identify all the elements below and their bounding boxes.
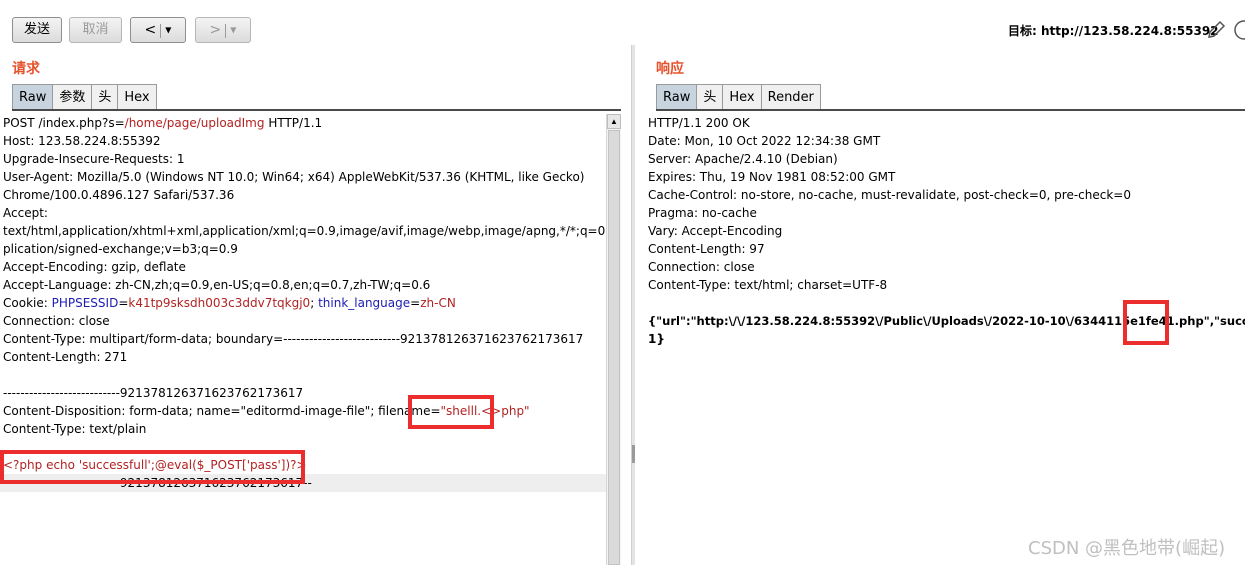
pencil-icon[interactable] xyxy=(1205,19,1227,41)
request-line: ---------------------------9213781263716… xyxy=(3,386,304,400)
request-line-cookie: Cookie: PHPSESSID=k41tp9sksdh003c3ddv7tq… xyxy=(3,296,456,310)
request-title: 请求 xyxy=(12,61,40,77)
request-line: text/html,application/xhtml+xml,applicat… xyxy=(3,224,606,238)
tab-hex[interactable]: Hex xyxy=(722,84,762,110)
target-label: 目标: http://123.58.224.8:55392 xyxy=(1008,24,1219,38)
tab-render[interactable]: Render xyxy=(760,84,821,110)
request-line-filename: Content-Disposition: form-data; name="ed… xyxy=(3,404,530,418)
tab-hex[interactable]: Hex xyxy=(117,84,157,110)
scroll-up-icon[interactable]: ▲ xyxy=(607,114,621,129)
request-line xyxy=(0,366,606,384)
request-editor[interactable]: POST /index.php?s=/home/page/uploadImg H… xyxy=(0,114,606,565)
cancel-button[interactable]: 取消 xyxy=(69,17,122,43)
response-line: HTTP/1.1 200 OK xyxy=(648,116,750,130)
request-line: Connection: close xyxy=(3,314,110,328)
pane-splitter[interactable] xyxy=(631,45,635,565)
request-line: Content-Length: 271 xyxy=(3,350,128,364)
tab-params[interactable]: 参数 xyxy=(52,84,93,110)
response-tabs: Raw 头 Hex Render xyxy=(656,84,821,110)
back-arrow-icon: < xyxy=(144,22,157,38)
response-line: Vary: Accept-Encoding xyxy=(648,224,783,238)
response-line: Pragma: no-cache xyxy=(648,206,757,220)
splitter-grip[interactable] xyxy=(632,445,635,463)
request-line: Accept-Language: zh-CN,zh;q=0.9,en-US;q=… xyxy=(3,278,431,292)
filename-highlight-box xyxy=(408,395,494,429)
request-tabs-underline xyxy=(12,109,621,111)
back-dropdown-icon[interactable]: ▼ xyxy=(165,26,171,35)
forward-dropdown-icon[interactable]: ▼ xyxy=(230,26,236,35)
back-button[interactable]: < ▼ xyxy=(130,17,186,43)
php-extension-highlight-box xyxy=(1123,300,1169,345)
tab-raw[interactable]: Raw xyxy=(656,84,698,110)
tab-raw[interactable]: Raw xyxy=(12,84,54,110)
forward-arrow-icon: > xyxy=(209,22,222,38)
request-line: Accept-Encoding: gzip, deflate xyxy=(3,260,186,274)
request-line: Host: 123.58.224.8:55392 xyxy=(3,134,161,148)
response-line: Content-Length: 97 xyxy=(648,242,765,256)
send-button[interactable]: 发送 xyxy=(12,17,62,43)
response-line: Cache-Control: no-store, no-cache, must-… xyxy=(648,188,1131,202)
request-line: Content-Type: text/plain xyxy=(3,422,147,436)
request-line: User-Agent: Mozilla/5.0 (Windows NT 10.0… xyxy=(3,170,585,184)
response-line: Content-Type: text/html; charset=UTF-8 xyxy=(648,278,888,292)
response-line: Date: Mon, 10 Oct 2022 12:34:38 GMT xyxy=(648,134,881,148)
response-title: 响应 xyxy=(656,61,684,77)
request-line: plication/signed-exchange;v=b3;q=0.9 xyxy=(3,242,238,256)
request-tabs: Raw 参数 头 Hex xyxy=(12,84,157,110)
forward-button[interactable]: > ▼ xyxy=(195,17,251,43)
response-line: Connection: close xyxy=(648,260,755,274)
request-line: Upgrade-Insecure-Requests: 1 xyxy=(3,152,185,166)
tab-headers[interactable]: 头 xyxy=(696,84,724,110)
request-scrollbar[interactable]: ▲ xyxy=(606,114,621,565)
response-tabs-underline xyxy=(656,109,1245,111)
scroll-thumb[interactable] xyxy=(608,130,620,565)
tab-headers[interactable]: 头 xyxy=(91,84,119,110)
response-line: Server: Apache/2.4.10 (Debian) xyxy=(648,152,838,166)
request-line: Accept: xyxy=(3,206,48,220)
request-line: Chrome/100.0.4896.127 Safari/537.36 xyxy=(3,188,235,202)
help-icon[interactable] xyxy=(1232,19,1245,41)
watermark: CSDN @黑色地带(崛起) xyxy=(1028,538,1226,559)
response-line: Expires: Thu, 19 Nov 1981 08:52:00 GMT xyxy=(648,170,896,184)
payload-highlight-box xyxy=(0,450,305,484)
request-line: Content-Type: multipart/form-data; bound… xyxy=(3,332,584,346)
request-line: POST /index.php?s=/home/page/uploadImg H… xyxy=(3,116,323,130)
